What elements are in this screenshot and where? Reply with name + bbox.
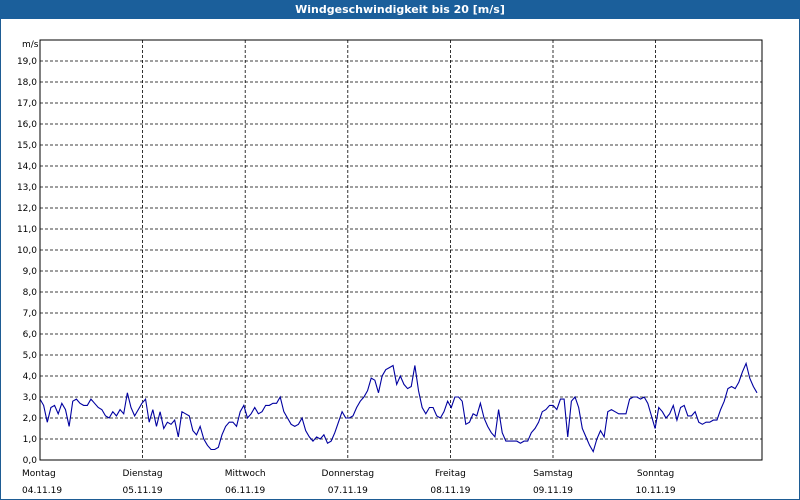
- y-tick-label: 13,0: [17, 183, 37, 193]
- y-tick-label: 3,0: [23, 393, 38, 403]
- series-line-wind-speed: [39, 361, 758, 453]
- y-tick-label: 10,0: [17, 246, 37, 256]
- y-axis-unit-label: m/s: [22, 40, 39, 50]
- x-tick-weekday: Freitag: [435, 469, 466, 479]
- y-tick-label: 4,0: [23, 372, 38, 382]
- y-tick-label: 18,0: [17, 78, 37, 88]
- y-tick-label: 14,0: [17, 162, 37, 172]
- grid-lines: [40, 40, 762, 460]
- y-tick-label: 11,0: [17, 225, 37, 235]
- x-tick-weekday: Montag: [22, 469, 56, 479]
- x-tick-date: 06.11.19: [225, 486, 265, 496]
- x-tick-weekday: Dienstag: [123, 469, 163, 479]
- y-tick-label: 8,0: [23, 288, 38, 298]
- y-tick-label: 0,0: [23, 456, 38, 466]
- x-tick-date: 08.11.19: [430, 486, 470, 496]
- y-tick-label: 17,0: [17, 99, 37, 109]
- x-tick-weekday: Donnerstag: [322, 469, 375, 479]
- y-tick-label: 1,0: [23, 435, 38, 445]
- y-tick-label: 6,0: [23, 330, 38, 340]
- x-tick-date: 04.11.19: [22, 486, 62, 496]
- y-tick-label: 16,0: [17, 120, 37, 130]
- y-tick-label: 12,0: [17, 204, 37, 214]
- y-axis-ticks: 0,0 1,0 2,0 3,0 4,0 5,0 6,0 7,0 8,0 9,0 10,0 11,0 12…: [17, 57, 37, 466]
- y-tick-label: 2,0: [23, 414, 38, 424]
- x-tick-date: 10.11.19: [636, 486, 676, 496]
- x-axis-ticks: Montag 04.11.19 Dienstag 05.11.19 Mittwoch 06…: [22, 469, 676, 496]
- x-tick-date: 05.11.19: [123, 486, 163, 496]
- x-tick-weekday: Mittwoch: [225, 469, 266, 479]
- x-tick-weekday: Sonntag: [637, 469, 674, 479]
- y-tick-label: 9,0: [23, 267, 38, 277]
- x-tick-date: 09.11.19: [533, 486, 573, 496]
- x-tick-weekday: Samstag: [533, 469, 572, 479]
- y-tick-label: 19,0: [17, 57, 37, 67]
- x-tick-date: 07.11.19: [328, 486, 368, 496]
- y-tick-label: 5,0: [23, 351, 38, 361]
- wind-speed-chart: m/s 0,0 1,0 2,0 3,0 4,0 5,0 6,0 7,0 8,0 9,0 10,0 11…: [17, 39, 763, 496]
- y-tick-label: 15,0: [17, 141, 37, 151]
- y-tick-label: 7,0: [23, 309, 38, 319]
